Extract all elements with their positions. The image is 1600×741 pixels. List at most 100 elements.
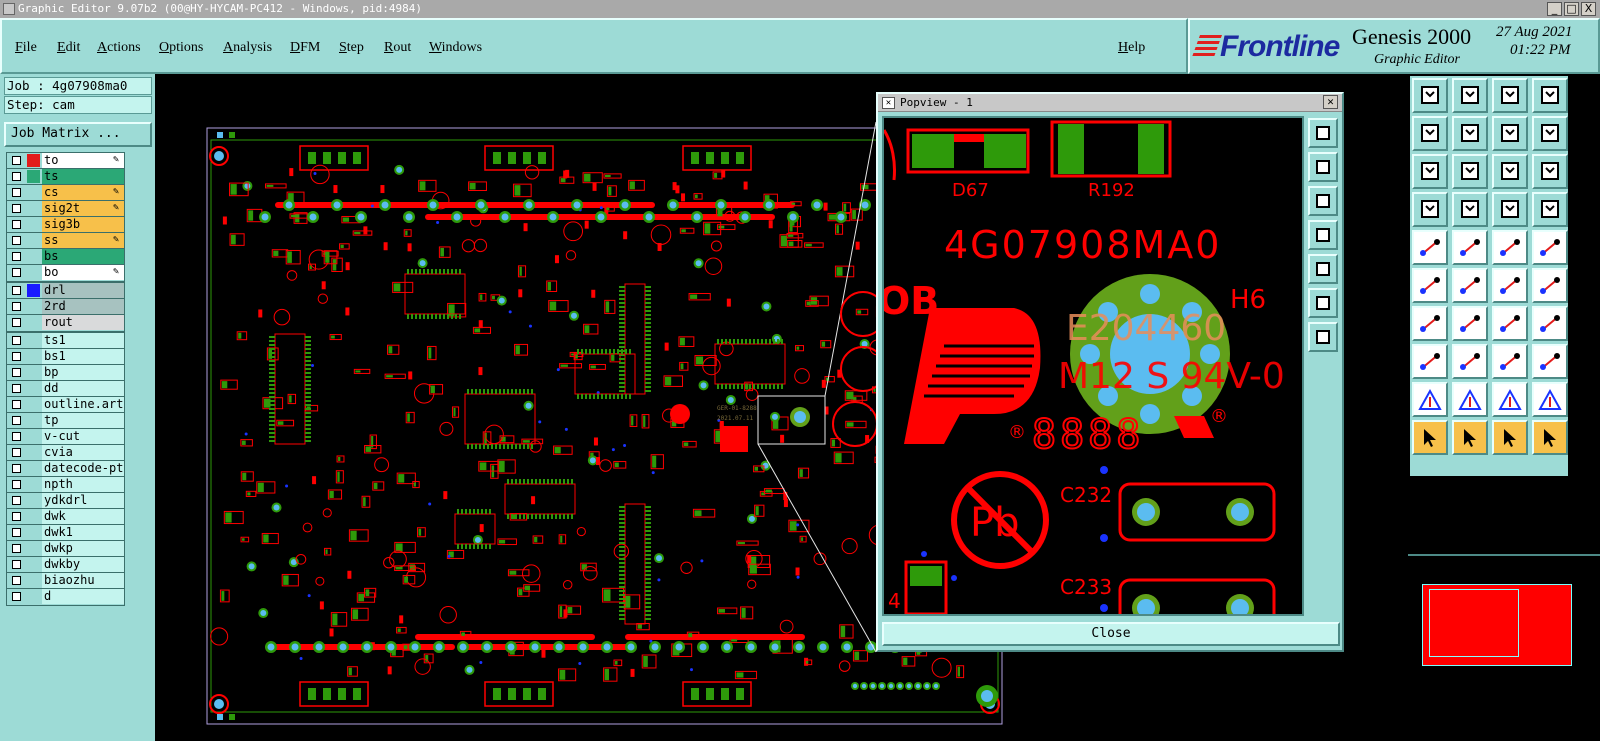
layer-color-swatch[interactable] bbox=[27, 284, 40, 297]
layer-checkbox[interactable] bbox=[12, 480, 21, 489]
maximize-button[interactable]: □ bbox=[1564, 2, 1579, 16]
pv-pan-left-button[interactable] bbox=[1308, 220, 1338, 250]
layer-checkbox[interactable] bbox=[12, 204, 21, 213]
layer-name[interactable]: dd bbox=[42, 381, 124, 396]
layer-row-2rd[interactable]: 2rd bbox=[7, 299, 124, 315]
menu-edit[interactable]: Edit bbox=[57, 40, 80, 56]
overview-minimap[interactable] bbox=[1408, 554, 1600, 741]
popview-close-button[interactable]: Close bbox=[882, 622, 1340, 646]
layer-name[interactable]: datecode-pte bbox=[42, 461, 124, 476]
pv-zoom-out-button[interactable] bbox=[1308, 186, 1338, 216]
menu-file[interactable]: File bbox=[15, 40, 37, 56]
grid-toggle-tool-button[interactable] bbox=[1452, 192, 1488, 227]
layer-checkbox[interactable] bbox=[12, 252, 21, 261]
layer-name[interactable]: npth bbox=[42, 477, 124, 492]
layer-row-npth[interactable]: npth bbox=[7, 477, 124, 493]
popview-close-x-button[interactable]: ✕ bbox=[1323, 95, 1338, 109]
layer-name[interactable]: tp bbox=[42, 413, 124, 428]
layer-checkbox[interactable] bbox=[12, 318, 21, 327]
layer-checkbox[interactable] bbox=[12, 432, 21, 441]
layer-name[interactable]: outline.art bbox=[42, 397, 124, 412]
layer-link-tool-button[interactable] bbox=[1452, 230, 1488, 265]
select-single-tool-button[interactable] bbox=[1412, 230, 1448, 265]
popview-zoom-view[interactable]: D67 R192 4G07908MA0 H6 OB E204460 M12 S … bbox=[882, 116, 1304, 616]
center-tool-button[interactable] bbox=[1492, 344, 1528, 379]
layer-name[interactable]: rout bbox=[42, 315, 124, 330]
layer-checkbox[interactable] bbox=[12, 268, 21, 277]
layer-name[interactable]: ts1 bbox=[42, 333, 124, 348]
menu-dfm[interactable]: DFM bbox=[290, 40, 320, 56]
ff-tool-tool-button[interactable] bbox=[1532, 306, 1568, 341]
layer-name[interactable]: ss bbox=[42, 233, 124, 248]
pv-fit-button[interactable] bbox=[1308, 288, 1338, 318]
layer-row-ss[interactable]: ss ✎ bbox=[7, 233, 124, 249]
layer-name[interactable]: sig2t bbox=[42, 201, 124, 216]
layer-name[interactable]: v-cut bbox=[42, 429, 124, 444]
job-matrix-button[interactable]: Job Matrix ... bbox=[4, 122, 152, 147]
layer-name[interactable]: bs1 bbox=[42, 349, 124, 364]
layer-name[interactable]: dwkby bbox=[42, 557, 124, 572]
fit-screen-tool-button[interactable] bbox=[1412, 154, 1448, 189]
layer-checkbox[interactable] bbox=[12, 352, 21, 361]
layer-row-rout[interactable]: rout bbox=[7, 315, 124, 331]
layer-row-ydkdrl[interactable]: ydkdrl bbox=[7, 493, 124, 509]
route-red-tool-button[interactable] bbox=[1492, 268, 1528, 303]
layer-row-outline.art[interactable]: outline.art bbox=[7, 397, 124, 413]
menu-rout[interactable]: Rout bbox=[384, 40, 411, 56]
layer-row-sig3b[interactable]: sig3b bbox=[7, 217, 124, 233]
snap-red-tool-button[interactable] bbox=[1492, 192, 1528, 227]
layer-row-ts[interactable]: ts bbox=[7, 169, 124, 185]
menu-help[interactable]: Help bbox=[1118, 40, 1145, 56]
reshape-tool-button[interactable] bbox=[1532, 116, 1568, 151]
layer-checkbox[interactable] bbox=[12, 576, 21, 585]
arrow-up-4-tool-button[interactable] bbox=[1532, 382, 1568, 417]
menu-options[interactable]: Options bbox=[159, 40, 203, 56]
layer-row-tp[interactable]: tp bbox=[7, 413, 124, 429]
layer-name[interactable]: cs bbox=[42, 185, 124, 200]
layer-row-dwk1[interactable]: dwk1 bbox=[7, 525, 124, 541]
zoom-grid-tool-button[interactable] bbox=[1532, 78, 1568, 113]
layer-row-biaozhu[interactable]: biaozhu bbox=[7, 573, 124, 589]
zoom-home-2-tool-button[interactable] bbox=[1492, 78, 1528, 113]
route-blue-tool-button[interactable] bbox=[1532, 268, 1568, 303]
layer-row-dwk[interactable]: dwk bbox=[7, 509, 124, 525]
rotate-tool-button[interactable] bbox=[1492, 306, 1528, 341]
layer-row-cvia[interactable]: cvia bbox=[7, 445, 124, 461]
line-draw-tool-button[interactable] bbox=[1452, 306, 1488, 341]
layer-name[interactable]: drl bbox=[42, 283, 124, 298]
layer-row-bs[interactable]: bs bbox=[7, 249, 124, 265]
minimize-button[interactable]: _ bbox=[1547, 2, 1562, 16]
pv-pan-right-button[interactable] bbox=[1308, 254, 1338, 284]
menu-step[interactable]: Step bbox=[339, 40, 364, 56]
arrow-up-3-tool-button[interactable] bbox=[1492, 382, 1528, 417]
layer-name[interactable]: d bbox=[42, 589, 124, 604]
layer-color-swatch[interactable] bbox=[27, 170, 40, 183]
layer-name[interactable]: cvia bbox=[42, 445, 124, 460]
menu-analysis[interactable]: Analysis bbox=[223, 40, 272, 56]
layer-row-dd[interactable]: dd bbox=[7, 381, 124, 397]
layer-row-bp[interactable]: bp bbox=[7, 365, 124, 381]
arrow-up-tool-button[interactable] bbox=[1412, 382, 1448, 417]
zoom-in-tool-button[interactable] bbox=[1452, 78, 1488, 113]
layer-checkbox[interactable] bbox=[12, 528, 21, 537]
layer-row-datecode-pte[interactable]: datecode-pte bbox=[7, 461, 124, 477]
layer-checkbox[interactable] bbox=[12, 512, 21, 521]
layer-checkbox[interactable] bbox=[12, 368, 21, 377]
layer-checkbox[interactable] bbox=[12, 416, 21, 425]
zoom-home-tool-button[interactable] bbox=[1412, 78, 1448, 113]
layer-name[interactable]: dwk bbox=[42, 509, 124, 524]
minus-tool-button[interactable] bbox=[1452, 344, 1488, 379]
layer-name[interactable]: bs bbox=[42, 249, 124, 264]
layer-checkbox[interactable] bbox=[12, 448, 21, 457]
close-window-button[interactable]: X bbox=[1581, 2, 1596, 16]
layer-row-v-cut[interactable]: v-cut bbox=[7, 429, 124, 445]
pointer-tool-button[interactable] bbox=[1412, 420, 1448, 455]
pointer-2-tool-button[interactable] bbox=[1452, 420, 1488, 455]
layer-row-drl[interactable]: drl bbox=[7, 283, 124, 299]
layer-name[interactable]: to bbox=[42, 153, 124, 168]
layer-name[interactable]: bo bbox=[42, 265, 124, 280]
layer-checkbox[interactable] bbox=[12, 156, 21, 165]
snap-blue-tool-button[interactable] bbox=[1532, 192, 1568, 227]
cross-tool-button[interactable] bbox=[1452, 268, 1488, 303]
minimap-viewport-rect[interactable] bbox=[1429, 589, 1519, 657]
